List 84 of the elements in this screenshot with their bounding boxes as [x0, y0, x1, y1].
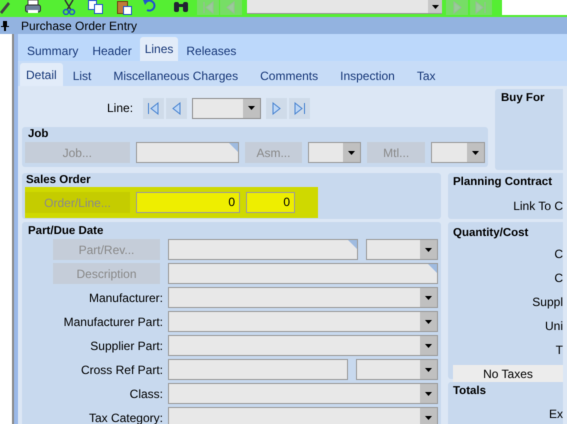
dropdown-arrow-icon — [425, 368, 432, 372]
corner-mark-icon — [428, 264, 437, 273]
input-field[interactable]: 0 — [136, 192, 240, 213]
dropdown[interactable] — [168, 383, 438, 404]
dropdown-arrow-icon — [425, 344, 432, 348]
printer-icon[interactable] — [25, 0, 41, 14]
dropdown-arrow-icon — [425, 296, 432, 300]
dropdown-arrow-icon — [425, 392, 432, 396]
tab[interactable]: Summary — [21, 41, 84, 61]
dropdown-arrow-icon — [425, 416, 432, 420]
dropdown[interactable] — [431, 142, 485, 163]
line-label: Line: — [107, 100, 134, 117]
field-label: Cross Ref Part: — [80, 362, 163, 378]
last-icon — [293, 102, 306, 114]
field-label: Manufacturer Part: — [62, 314, 163, 330]
scissors-icon[interactable] — [62, 0, 76, 15]
paste-icon[interactable] — [117, 0, 132, 15]
next-button[interactable] — [266, 98, 288, 118]
input-field[interactable] — [136, 142, 239, 163]
binoculars-icon[interactable] — [173, 0, 189, 13]
tab[interactable]: Lines — [140, 37, 178, 61]
section-title: Quantity/Cost — [453, 226, 530, 241]
corner-mark-icon — [348, 240, 357, 249]
tab[interactable]: Inspection — [334, 66, 401, 86]
dropdown-arrow-icon — [348, 150, 356, 154]
field-label: C — [554, 246, 563, 264]
dropdown-arrow-icon — [425, 248, 432, 252]
previous-icon — [172, 102, 182, 114]
last-record-icon[interactable] — [470, 0, 492, 15]
dropdown[interactable] — [308, 142, 362, 163]
tab[interactable]: Detail — [20, 63, 63, 86]
field-label: Class: — [128, 386, 163, 402]
tab[interactable]: Comments — [254, 66, 324, 86]
dropdown[interactable] — [168, 407, 438, 424]
dropdown[interactable] — [356, 359, 438, 380]
section-title: Sales Order — [26, 174, 92, 187]
field-label: Suppl — [532, 294, 563, 312]
dropdown[interactable] — [366, 239, 438, 260]
last-button[interactable] — [289, 98, 310, 118]
dropdown-arrow-icon — [248, 106, 256, 110]
tab[interactable]: Header — [86, 41, 138, 61]
record-dropdown[interactable] — [247, 0, 442, 14]
dropdown[interactable] — [168, 335, 438, 356]
tab[interactable]: Tax — [410, 66, 442, 86]
pin-icon[interactable] — [1, 20, 9, 30]
section-title: Planning Contract — [453, 175, 554, 190]
field-label: Uni — [544, 318, 563, 336]
undo-icon[interactable] — [143, 0, 157, 12]
dropdown-arrow-icon — [472, 150, 479, 154]
field-label: Supplier Part: — [89, 338, 163, 354]
field-label: Tax Category: — [88, 410, 163, 424]
field-label: Ex — [548, 406, 563, 424]
pencil-icon[interactable] — [0, 0, 10, 14]
first-icon — [147, 102, 160, 114]
tab[interactable]: Releases — [180, 41, 242, 61]
next-icon — [272, 102, 282, 114]
section-title: Buy For — [501, 91, 546, 106]
tab[interactable]: List — [66, 66, 98, 86]
first-record-icon[interactable] — [197, 0, 219, 15]
input-field[interactable] — [168, 359, 348, 380]
field-label: Link To C — [513, 198, 563, 216]
field-label: C — [554, 270, 563, 288]
next-record-icon[interactable] — [446, 0, 468, 15]
dropdown[interactable] — [168, 287, 438, 308]
section-title: Totals — [453, 384, 488, 399]
field-label: T — [556, 342, 563, 360]
dropdown-arrow-icon — [432, 4, 438, 8]
previous-record-icon[interactable] — [220, 0, 242, 15]
first-button[interactable] — [143, 98, 164, 118]
tab[interactable]: Miscellaneous Charges — [107, 66, 244, 86]
previous-button[interactable] — [166, 98, 188, 118]
section-title: Job — [28, 128, 50, 141]
dropdown-arrow-icon — [425, 320, 432, 324]
input-field[interactable] — [168, 239, 358, 260]
input-field[interactable] — [168, 263, 438, 284]
field-label: Manufacturer: — [88, 290, 163, 306]
dropdown[interactable] — [168, 311, 438, 332]
copy-icon[interactable] — [88, 0, 103, 14]
corner-mark-icon — [228, 143, 238, 152]
search-field[interactable] — [502, 0, 567, 15]
line-dropdown[interactable] — [192, 98, 262, 118]
section-title: Part/Due Date — [28, 225, 104, 238]
window-title: Purchase Order Entry — [21, 18, 138, 34]
input-field[interactable]: 0 — [246, 192, 295, 213]
